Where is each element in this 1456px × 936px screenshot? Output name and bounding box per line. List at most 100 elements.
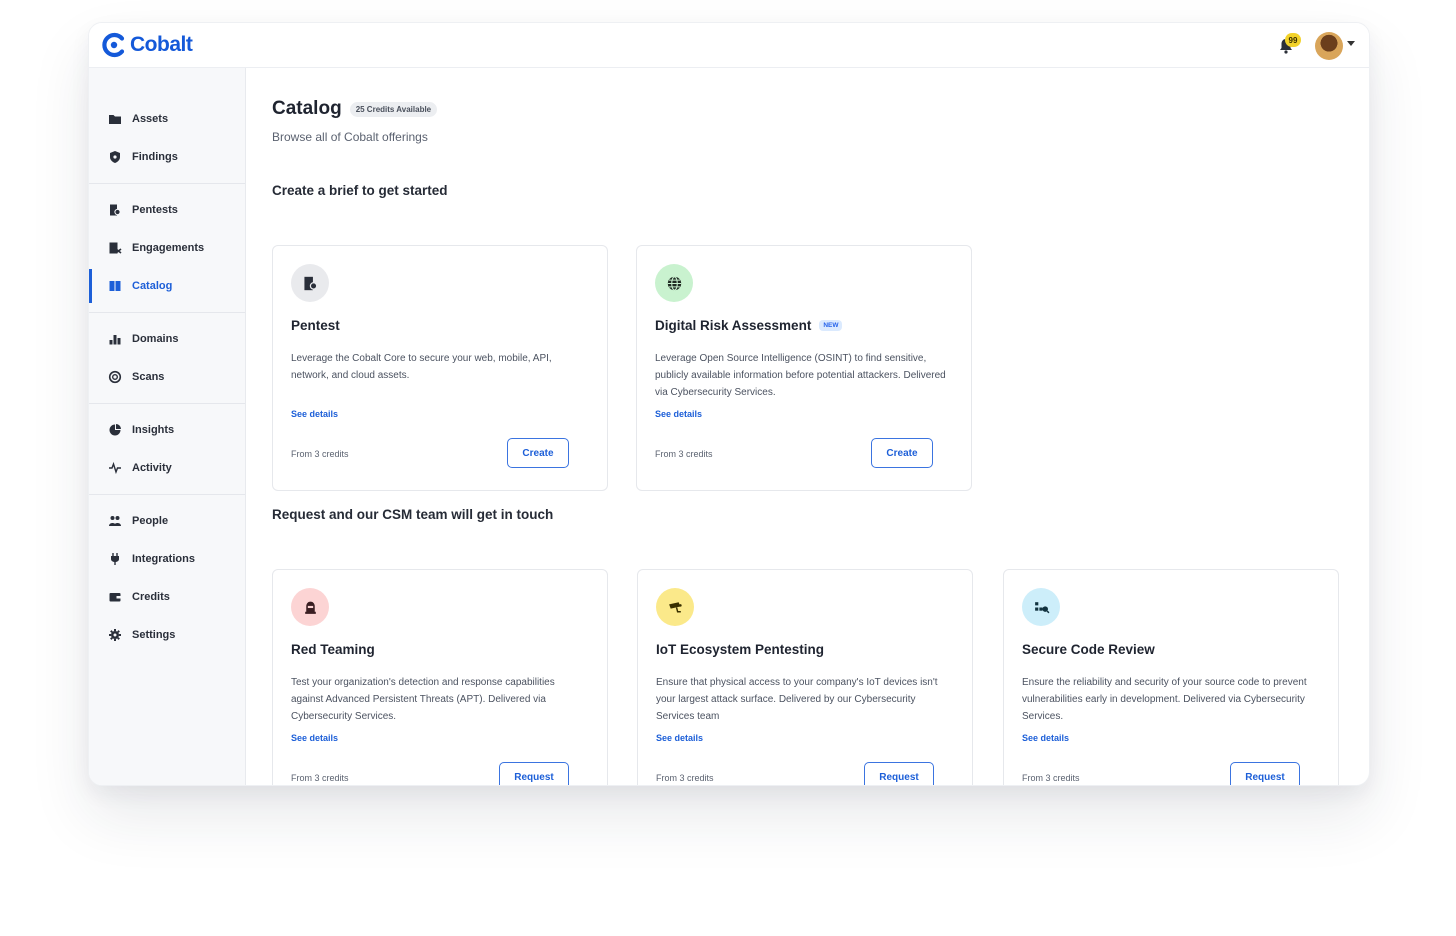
card-title-row: Digital Risk Assessment NEW bbox=[655, 318, 843, 333]
cobalt-logo[interactable]: Cobalt bbox=[101, 32, 193, 58]
top-bar: Cobalt 99 bbox=[89, 23, 1369, 68]
card-description: Ensure the reliability and security of y… bbox=[1022, 677, 1307, 722]
sidebar-item-scans[interactable]: Scans bbox=[89, 358, 245, 396]
create-button[interactable]: Create bbox=[871, 438, 933, 468]
card-title: IoT Ecosystem Pentesting bbox=[656, 642, 825, 657]
card-title-row: IoT Ecosystem Pentesting bbox=[656, 642, 824, 657]
request-button[interactable]: Request bbox=[1230, 762, 1300, 785]
card-description: Leverage Open Source Intelligence (OSINT… bbox=[655, 353, 946, 398]
sidebar-item-label: Pentests bbox=[132, 204, 178, 216]
sidebar-item-people[interactable]: People bbox=[89, 502, 245, 540]
sidebar-item-pentests[interactable]: Pentests bbox=[89, 191, 245, 229]
avatar[interactable] bbox=[1315, 32, 1343, 60]
domains-icon bbox=[108, 332, 122, 346]
pie-chart-icon bbox=[108, 423, 122, 437]
credits-cost: From 3 credits bbox=[655, 449, 713, 459]
request-button[interactable]: Request bbox=[864, 762, 934, 785]
offering-card: Secure Code Review Ensure the reliability… bbox=[1003, 569, 1339, 785]
card-description: Leverage the Cobalt Core to secure your … bbox=[291, 353, 552, 381]
new-tag: NEW bbox=[819, 320, 843, 331]
sidebar-item-label: Activity bbox=[132, 462, 172, 474]
sidebar-item-domains[interactable]: Domains bbox=[89, 320, 245, 358]
sidebar-item-catalog[interactable]: Catalog bbox=[89, 267, 245, 305]
offering-card: IoT Ecosystem Pentesting Ensure that phys… bbox=[637, 569, 973, 785]
credits-cost: From 3 credits bbox=[291, 773, 349, 783]
see-details-link[interactable]: See details bbox=[655, 409, 702, 419]
sidebar-item-label: Catalog bbox=[132, 280, 173, 292]
camera-icon bbox=[656, 588, 694, 626]
credits-cost: From 3 credits bbox=[1022, 773, 1080, 783]
card-title: Secure Code Review bbox=[1022, 642, 1155, 657]
card-title-row: Secure Code Review bbox=[1022, 642, 1155, 657]
sidebar-item-integrations[interactable]: Integrations bbox=[89, 540, 245, 578]
chevron-down-icon[interactable] bbox=[1347, 41, 1355, 46]
sidebar-item-findings[interactable]: Findings bbox=[89, 138, 245, 176]
credits-cost: From 3 credits bbox=[291, 449, 349, 459]
gear-icon bbox=[108, 628, 122, 642]
card-title: Pentest bbox=[291, 318, 340, 333]
offering-card: Digital Risk Assessment NEW Leverage Open … bbox=[636, 245, 972, 491]
code-review-icon bbox=[1022, 588, 1060, 626]
see-details-link[interactable]: See details bbox=[291, 733, 338, 743]
card-description: Test your organization's detection and r… bbox=[291, 677, 555, 722]
sidebar-item-label: Domains bbox=[132, 333, 179, 345]
main-content: Catalog 25 Credits Available Browse all … bbox=[272, 68, 1369, 785]
sidebar-item-label: People bbox=[132, 515, 169, 527]
request-button[interactable]: Request bbox=[499, 762, 569, 785]
create-button[interactable]: Create bbox=[507, 438, 569, 468]
section-title-request: Request and our CSM team will get in tou… bbox=[272, 507, 554, 522]
card-title: Red Teaming bbox=[291, 642, 375, 657]
sidebar-item-label: Assets bbox=[132, 113, 169, 125]
sidebar-item-assets[interactable]: Assets bbox=[89, 100, 245, 138]
notification-badge: 99 bbox=[1285, 33, 1301, 47]
pentest-icon bbox=[108, 203, 122, 217]
scan-icon bbox=[108, 370, 122, 384]
offering-card: Pentest Leverage the Cobalt Core to secur… bbox=[272, 245, 608, 491]
sidebar-item-label: Findings bbox=[132, 151, 178, 163]
credits-badge: 25 Credits Available bbox=[349, 101, 438, 117]
nav-group: Insights Activity bbox=[89, 404, 245, 495]
nav-group: People Integrations Credits Settings bbox=[89, 495, 245, 661]
shield-icon bbox=[108, 150, 122, 164]
sidebar-item-label: Credits bbox=[132, 591, 170, 603]
page-title: Catalog bbox=[272, 98, 342, 119]
sidebar-item-settings[interactable]: Settings bbox=[89, 616, 245, 654]
cobalt-logo-icon bbox=[102, 32, 125, 58]
sidebar-item-label: Engagements bbox=[132, 242, 205, 254]
see-details-link[interactable]: See details bbox=[291, 409, 338, 419]
hacker-icon bbox=[291, 588, 329, 626]
globe-icon bbox=[655, 264, 693, 302]
sidebar-item-activity[interactable]: Activity bbox=[89, 449, 245, 487]
app-window: Cobalt 99 Assets Findings Pentests Engageme… bbox=[88, 22, 1370, 786]
section-title-brief: Create a brief to get started bbox=[272, 183, 448, 198]
credits-cost: From 3 credits bbox=[656, 773, 714, 783]
nav-group: Pentests Engagements Catalog bbox=[89, 184, 245, 313]
sidebar-item-engagements[interactable]: Engagements bbox=[89, 229, 245, 267]
wallet-icon bbox=[108, 590, 122, 604]
sidebar-item-credits[interactable]: Credits bbox=[89, 578, 245, 616]
pentest-icon bbox=[291, 264, 329, 302]
sidebar-item-label: Insights bbox=[132, 424, 175, 436]
pulse-icon bbox=[108, 461, 122, 475]
card-title-row: Red Teaming bbox=[291, 642, 375, 657]
sidebar-item-insights[interactable]: Insights bbox=[89, 411, 245, 449]
nav-group: Assets Findings bbox=[89, 68, 245, 184]
app-name: Cobalt bbox=[130, 33, 193, 56]
page-title-row: Catalog 25 Credits Available bbox=[272, 98, 438, 120]
card-description: Ensure that physical access to your comp… bbox=[656, 677, 938, 722]
people-icon bbox=[108, 514, 122, 528]
book-icon bbox=[108, 279, 122, 293]
offering-card: Red Teaming Test your organization's dete… bbox=[272, 569, 608, 785]
sidebar-item-label: Integrations bbox=[132, 553, 195, 565]
nav-group: Domains Scans bbox=[89, 313, 245, 404]
card-title: Digital Risk Assessment bbox=[655, 318, 812, 333]
sidebar-item-label: Settings bbox=[132, 629, 176, 641]
plug-icon bbox=[108, 552, 122, 566]
see-details-link[interactable]: See details bbox=[656, 733, 703, 743]
folder-icon bbox=[108, 112, 122, 126]
sidebar-item-label: Scans bbox=[132, 371, 165, 383]
sidebar: Assets Findings Pentests Engagements Catalog… bbox=[89, 68, 246, 785]
page-subtitle: Browse all of Cobalt offerings bbox=[272, 130, 428, 144]
card-title-row: Pentest bbox=[291, 318, 340, 333]
see-details-link[interactable]: See details bbox=[1022, 733, 1069, 743]
